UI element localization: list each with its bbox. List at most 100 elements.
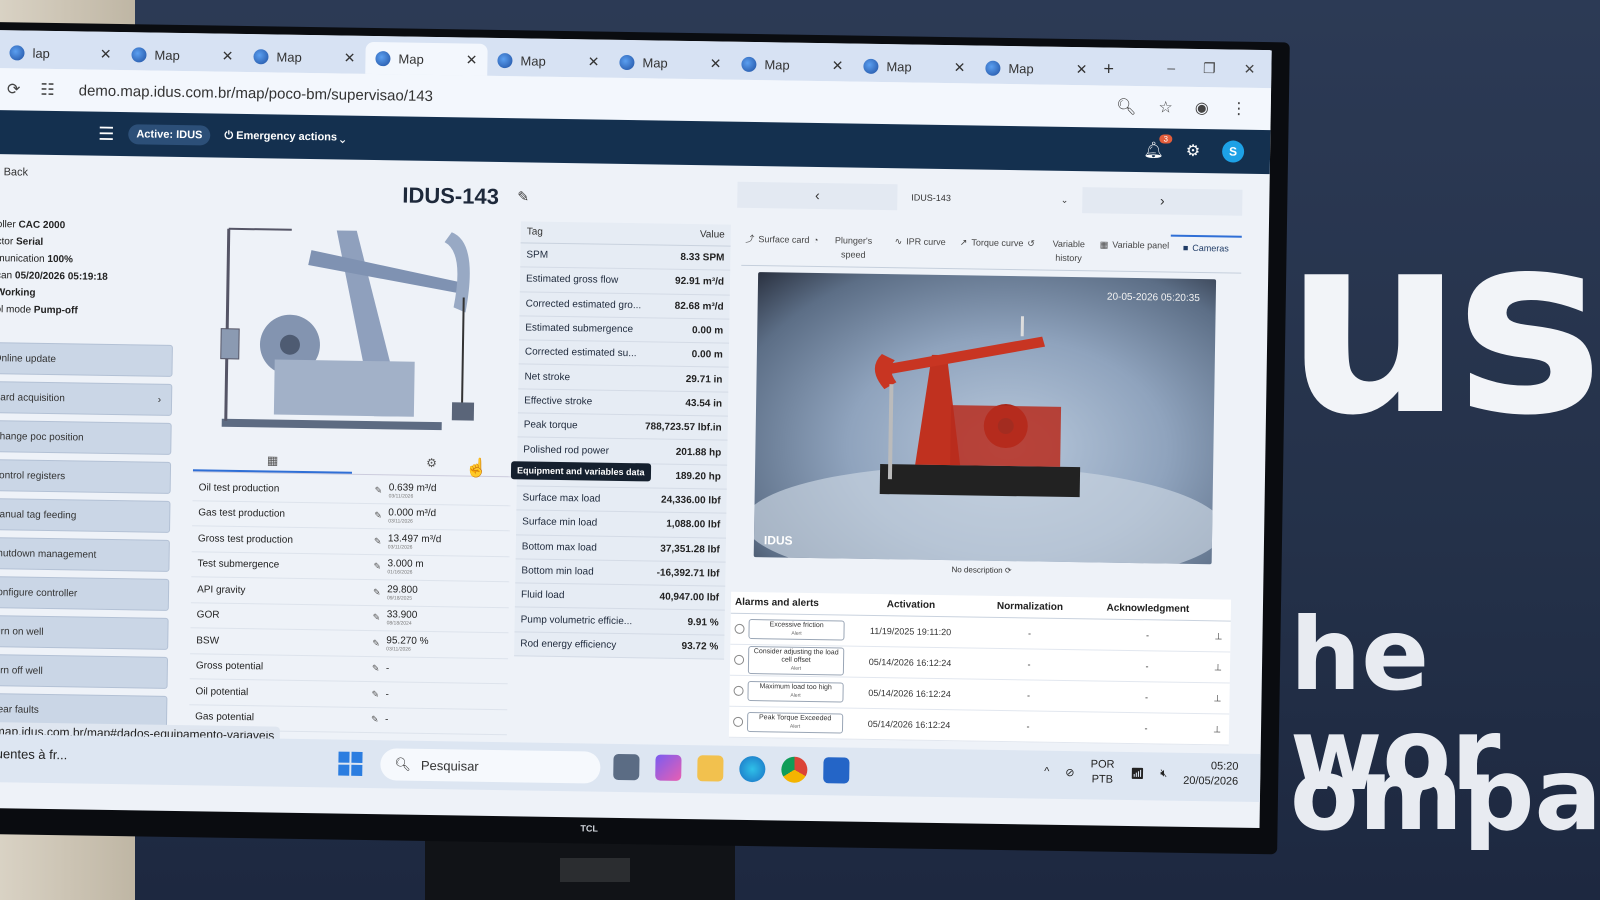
alarm-row[interactable]: Peak Torque Exceeded Alert 05/14/2026 16:1… (728, 706, 1230, 746)
edit-icon[interactable]: ✎ (373, 561, 387, 572)
page-title: IDUS-143 (402, 182, 500, 210)
url-field[interactable]: demo.map.idus.com.br/map/poco-bm/supervi… (79, 82, 434, 105)
close-tab-icon[interactable]: ✕ (344, 49, 356, 66)
browser-tab[interactable]: Map ✕ (609, 46, 731, 80)
action-button[interactable]: Change poc position (0, 419, 172, 455)
acknowledge-stamp-icon[interactable]: ⊥ (1206, 631, 1230, 642)
select-radio[interactable] (734, 623, 745, 634)
new-tab-button[interactable]: + (1103, 58, 1114, 79)
close-tab-icon[interactable]: ✕ (100, 45, 112, 62)
settings-gear-icon[interactable]: ⚙ (1186, 141, 1201, 161)
emergency-actions-menu[interactable]: ⏻ Emergency actions ⌄ (224, 129, 345, 144)
previous-well-button[interactable]: ‹ (737, 181, 898, 211)
close-tab-icon[interactable]: ✕ (588, 53, 600, 70)
close-window-icon[interactable]: ✕ (1244, 61, 1256, 78)
variable-history-icon: ↺ (1027, 238, 1035, 249)
next-well-button[interactable]: › (1082, 187, 1243, 216)
zoom-icon[interactable]: 🔍︎ (1116, 97, 1137, 117)
tab-plunger-speed[interactable]: ◔ Plunger's speed (813, 229, 885, 267)
tag-name: Net stroke (524, 371, 571, 383)
action-button[interactable]: Turn on well (0, 614, 169, 650)
tag-name: Surface min load (522, 516, 598, 530)
tab-ipr-curve[interactable]: ∿ IPR curve (884, 230, 956, 268)
active-company-pill[interactable]: Active: IDUS (128, 124, 211, 146)
avatar[interactable]: S (1221, 140, 1245, 163)
close-tab-icon[interactable]: ✕ (222, 47, 234, 64)
windows-start-icon[interactable] (338, 751, 363, 776)
edit-icon[interactable]: ✎ (372, 663, 386, 674)
edge-icon[interactable] (739, 755, 766, 783)
camera-feed[interactable]: 20-05-2026 05:20:35 IDUS (753, 272, 1217, 565)
tab-surface-card[interactable]: ⤴ Surface card (741, 228, 813, 266)
restore-icon[interactable]: ❐ (1203, 60, 1216, 77)
select-radio[interactable] (733, 654, 745, 665)
tab-variable-panel[interactable]: ▦ Variable panel (1098, 233, 1170, 271)
acknowledge-stamp-icon[interactable]: ⊥ (1205, 724, 1229, 735)
refresh-icon[interactable]: ⟳ (1005, 566, 1012, 575)
close-tab-icon[interactable]: ✕ (832, 57, 844, 74)
browser-tab[interactable]: Map ✕ (975, 51, 1097, 85)
browser-tab[interactable]: Map ✕ (487, 44, 609, 78)
alarm-acknowledgment: - (1144, 692, 1149, 703)
tab-calendar[interactable]: ▦ (192, 448, 353, 474)
acknowledge-stamp-icon[interactable]: ⊥ (1205, 693, 1229, 704)
browser-tab[interactable]: Map ✕ (243, 40, 365, 74)
edit-icon[interactable]: ✎ (373, 587, 387, 598)
chevron-up-icon[interactable]: ^ (1044, 766, 1049, 778)
well-select[interactable]: IDUS-143 ⌄ (897, 192, 1082, 206)
site-settings-icon[interactable]: ☷ (40, 80, 55, 100)
browser-menu-icon[interactable]: ⋮ (1231, 99, 1247, 119)
edit-icon[interactable]: ✎ (371, 689, 385, 700)
browser-tab[interactable]: Map ✕ (121, 38, 243, 72)
task-view-icon[interactable] (613, 753, 640, 781)
edit-icon[interactable]: ✎ (371, 714, 385, 725)
select-radio[interactable] (733, 685, 744, 696)
reload-icon[interactable]: ⟳ (7, 79, 21, 99)
close-tab-icon[interactable]: ✕ (710, 55, 722, 72)
edit-icon[interactable]: ✎ (375, 485, 389, 496)
close-tab-icon[interactable]: ✕ (1076, 61, 1088, 78)
browser-tab[interactable]: Map ✕ (853, 50, 975, 84)
action-button[interactable]: Configure controller (0, 575, 170, 611)
browser-tab[interactable]: Map ✕ (365, 41, 488, 76)
edit-icon[interactable]: ✎ (517, 188, 529, 205)
edit-icon[interactable]: ✎ (373, 612, 387, 623)
taskbar-search[interactable]: 🔍︎ Pesquisar (380, 748, 601, 784)
file-explorer-icon[interactable] (697, 755, 724, 782)
select-radio[interactable] (733, 716, 744, 727)
close-tab-icon[interactable]: ✕ (954, 59, 966, 76)
volume-muted-icon[interactable]: 🔇︎ (1160, 767, 1167, 780)
action-button[interactable]: Turn off well (0, 653, 169, 689)
edit-icon[interactable]: ✎ (374, 510, 388, 521)
news-widget[interactable]: quentes à fr... (0, 746, 67, 762)
acknowledge-stamp-icon[interactable]: ⊥ (1206, 662, 1230, 673)
back-link[interactable]: Back (4, 166, 29, 178)
menu-icon[interactable]: ☰ (98, 123, 114, 144)
action-button[interactable]: Manual tag feeding (0, 497, 171, 533)
action-button[interactable]: Shutdown management (0, 536, 170, 572)
browser-tab[interactable]: Map ✕ (731, 48, 853, 82)
tab-torque-curve[interactable]: ↗ Torque curve (956, 231, 1028, 269)
clock[interactable]: 05:20 20/05/2026 (1183, 759, 1239, 790)
browser-tab[interactable]: lap ✕ (0, 36, 122, 70)
store-icon[interactable] (823, 757, 850, 784)
tab-label: lap (32, 45, 50, 61)
notifications-bell-icon[interactable]: 🔔︎ 3 (1143, 134, 1173, 160)
network-off-icon[interactable]: ⊘ (1065, 765, 1074, 778)
tab-variable-history[interactable]: ↺ Variable history (1027, 232, 1099, 270)
chrome-icon[interactable] (781, 756, 808, 783)
action-button[interactable]: Online update (0, 341, 173, 377)
action-button[interactable]: Control registers (0, 458, 172, 494)
wifi-icon[interactable]: 📶︎ (1130, 767, 1144, 780)
tab-camera[interactable]: ■ Cameras (1169, 234, 1242, 273)
language-indicator[interactable]: POR PTB (1090, 757, 1115, 787)
bookmark-star-icon[interactable]: ☆ (1158, 97, 1173, 117)
edit-icon[interactable]: ✎ (372, 638, 386, 649)
alarm-normalization: - (1027, 628, 1032, 639)
close-tab-icon[interactable]: ✕ (466, 51, 478, 68)
edit-icon[interactable]: ✎ (374, 536, 388, 547)
profile-icon[interactable]: ◉ (1195, 98, 1209, 118)
action-button[interactable]: Card acquisition › (0, 380, 173, 416)
copilot-icon[interactable] (655, 754, 682, 781)
minimize-icon[interactable]: – (1167, 59, 1175, 76)
